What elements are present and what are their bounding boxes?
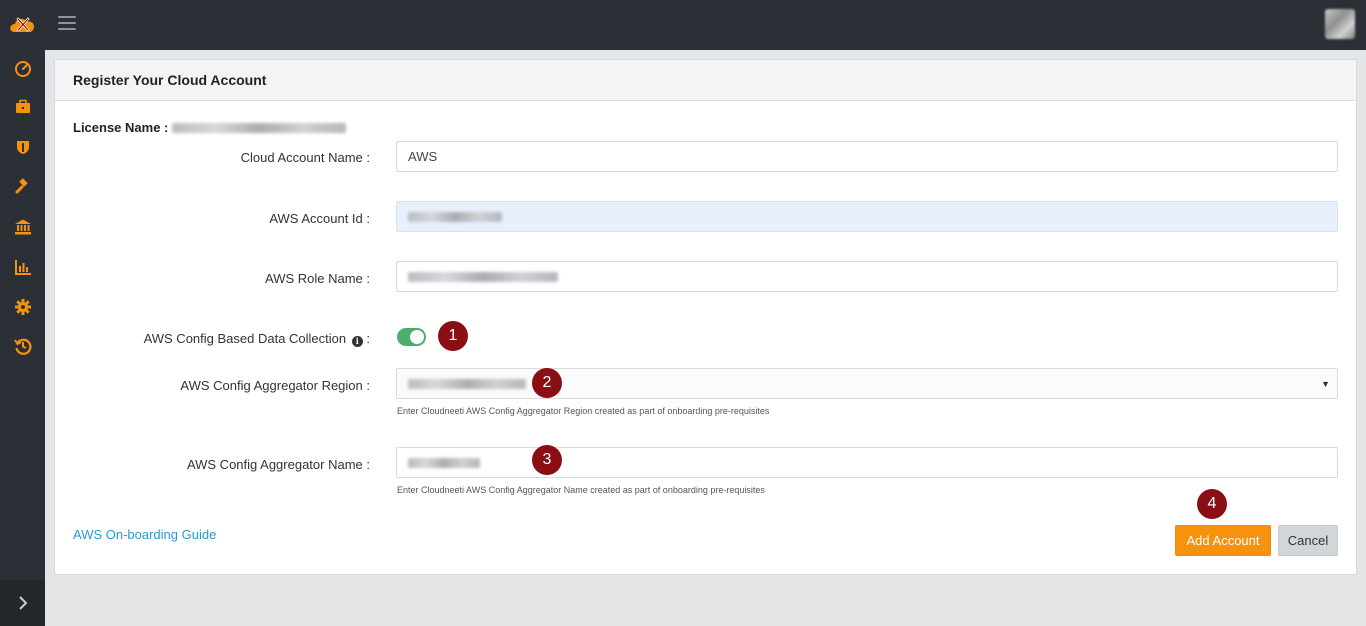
aggregator-region-help: Enter Cloudneeti AWS Config Aggregator R… xyxy=(397,406,770,416)
briefcase-icon[interactable] xyxy=(12,96,34,118)
aws-account-id-field[interactable] xyxy=(396,201,1338,232)
annotation-marker-1: 1 xyxy=(438,321,468,351)
onboarding-guide-link[interactable]: AWS On-boarding Guide xyxy=(73,527,216,542)
aws-role-name-label: AWS Role Name : xyxy=(265,271,370,286)
aggregator-region-label: AWS Config Aggregator Region : xyxy=(180,378,370,393)
config-collection-colon: : xyxy=(366,331,370,346)
cancel-button[interactable]: Cancel xyxy=(1278,525,1338,556)
license-value-redacted xyxy=(172,122,347,133)
cloud-account-name-input[interactable] xyxy=(396,141,1338,172)
chevron-down-icon: ▼ xyxy=(1321,379,1330,389)
info-icon[interactable]: i xyxy=(351,336,363,347)
sidebar xyxy=(0,50,45,626)
top-bar xyxy=(0,0,1366,50)
add-account-button[interactable]: Add Account xyxy=(1175,525,1271,556)
chevron-right-icon[interactable] xyxy=(0,580,45,626)
aggregator-name-redacted xyxy=(408,457,480,468)
hamburger-menu-icon[interactable] xyxy=(58,16,76,32)
license-label: License Name : xyxy=(73,120,169,135)
page-title: Register Your Cloud Account xyxy=(73,72,267,88)
aws-role-name-redacted xyxy=(408,271,558,282)
aws-account-id-redacted xyxy=(408,211,502,222)
history-icon[interactable] xyxy=(12,335,34,357)
aws-account-id-label: AWS Account Id : xyxy=(269,211,370,226)
avatar[interactable] xyxy=(1325,9,1355,39)
cloud-tools-logo[interactable] xyxy=(8,12,38,36)
gear-icon[interactable] xyxy=(12,296,34,318)
annotation-marker-3: 3 xyxy=(532,445,562,475)
aggregator-region-redacted xyxy=(408,378,526,389)
cloud-account-name-label: Cloud Account Name : xyxy=(240,150,370,165)
gavel-icon[interactable] xyxy=(12,176,34,198)
aggregator-name-label: AWS Config Aggregator Name : xyxy=(186,457,370,472)
annotation-marker-2: 2 xyxy=(532,368,562,398)
config-collection-label: AWS Config Based Data Collection i : xyxy=(144,331,370,347)
register-account-card: Register Your Cloud Account License Name… xyxy=(54,59,1357,575)
shield-icon[interactable] xyxy=(12,136,34,158)
aws-role-name-field[interactable] xyxy=(396,261,1338,292)
config-collection-text: AWS Config Based Data Collection xyxy=(143,331,347,346)
dashboard-gauge-icon[interactable] xyxy=(12,57,34,79)
bar-chart-icon[interactable] xyxy=(12,256,34,278)
annotation-marker-4: 4 xyxy=(1197,489,1227,519)
config-collection-toggle[interactable] xyxy=(397,328,426,346)
license-name: License Name : xyxy=(73,120,347,135)
card-header: Register Your Cloud Account xyxy=(55,60,1356,101)
bank-icon[interactable] xyxy=(12,216,34,238)
toggle-knob xyxy=(410,330,424,344)
aggregator-name-help: Enter Cloudneeti AWS Config Aggregator N… xyxy=(397,485,765,495)
